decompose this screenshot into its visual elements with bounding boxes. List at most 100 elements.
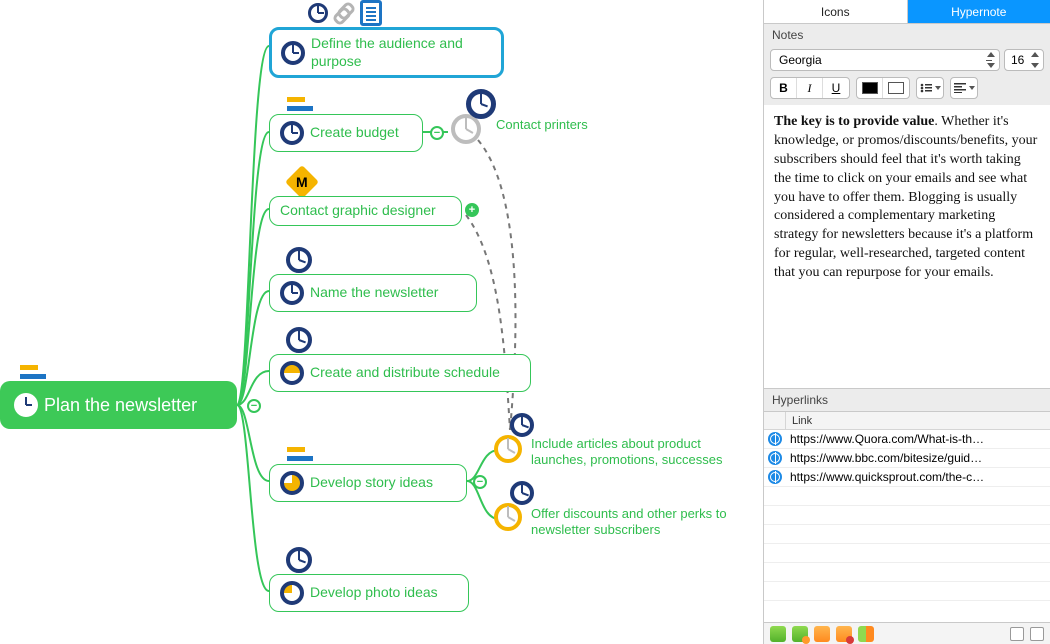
hyperlinks-section-header: Hyperlinks (764, 389, 1050, 411)
list-segment (916, 77, 944, 99)
alignment-dropdown[interactable] (951, 78, 977, 98)
stepper-arrows-icon (1031, 52, 1039, 68)
node-define-audience[interactable]: Define the audience and purpose (269, 27, 504, 78)
notes-section-header: Notes (764, 24, 1050, 46)
list-icon (920, 83, 932, 93)
bold-button[interactable]: B (771, 78, 797, 98)
status-icon[interactable] (814, 626, 830, 642)
root-node[interactable]: Plan the newsletter (0, 381, 237, 429)
hyperlinks-table: Link https://www.Quora.com/What-is-th… h… (764, 411, 1050, 644)
collapse-toggle[interactable]: − (430, 126, 444, 140)
clock-icon (286, 327, 312, 353)
status-icon[interactable] (858, 626, 874, 642)
root-label: Plan the newsletter (44, 394, 197, 417)
align-icon (954, 83, 966, 93)
hyperlinks-status-bar (764, 622, 1050, 644)
sidebar-tabs: Icons Hypernote (764, 0, 1050, 24)
link-row-empty[interactable] (764, 582, 1050, 601)
status-icon[interactable] (770, 626, 786, 642)
note-editor[interactable]: The key is to provide value. Whether it'… (764, 105, 1050, 389)
node-label: Define the audience and purpose (311, 35, 492, 70)
node-label: Name the newsletter (310, 284, 438, 302)
background-color-button[interactable] (883, 78, 909, 98)
text-color-button[interactable] (857, 78, 883, 98)
root-decor-stack-icon (20, 365, 46, 379)
notes-format-toolbar: B I U (764, 74, 1050, 105)
tab-hypernote[interactable]: Hypernote (908, 0, 1050, 23)
link-row-empty[interactable] (764, 525, 1050, 544)
link-row[interactable]: https://www.Quora.com/What-is-th… (764, 430, 1050, 449)
clock-icon (280, 281, 304, 305)
subnote-discounts[interactable]: Offer discounts and other perks to newsl… (531, 506, 731, 539)
clock-icon (286, 547, 312, 573)
collapse-toggle[interactable]: − (247, 399, 261, 413)
node-name-newsletter[interactable]: Name the newsletter (269, 274, 477, 312)
progress-pie-icon (280, 361, 304, 385)
notes-font-toolbar: Georgia 16 (764, 46, 1050, 74)
underline-button[interactable]: U (823, 78, 849, 98)
link-row-empty[interactable] (764, 487, 1050, 506)
clock-icon (14, 393, 38, 417)
list-style-dropdown[interactable] (917, 78, 943, 98)
mindmap-canvas[interactable]: Plan the newsletter − Define the audienc… (0, 0, 763, 644)
story-decor-stack-icon (287, 447, 313, 461)
clock-icon (510, 481, 534, 505)
progress-clock-icon[interactable] (494, 435, 522, 463)
link-row-empty[interactable] (764, 563, 1050, 582)
font-family-select[interactable]: Georgia (770, 49, 1000, 71)
italic-button[interactable]: I (797, 78, 823, 98)
status-icon[interactable] (1010, 627, 1024, 641)
globe-icon (764, 451, 786, 465)
globe-icon (764, 432, 786, 446)
globe-icon (764, 470, 786, 484)
font-size-stepper[interactable]: 16 (1004, 49, 1044, 71)
link-row-empty[interactable] (764, 544, 1050, 563)
clock-icon (280, 121, 304, 145)
node-develop-story-ideas[interactable]: Develop story ideas (269, 464, 467, 502)
node-create-schedule[interactable]: Create and distribute schedule (269, 354, 531, 392)
clock-icon (286, 247, 312, 273)
subnote-launches[interactable]: Include articles about product launches,… (531, 436, 751, 469)
link-url: https://www.bbc.com/bitesize/guid… (786, 451, 1050, 465)
tab-icons[interactable]: Icons (764, 0, 908, 23)
node-label: Develop photo ideas (310, 584, 438, 602)
expand-toggle[interactable]: + (465, 203, 479, 217)
status-icon[interactable] (836, 626, 852, 642)
link-url: https://www.Quora.com/What-is-th… (786, 432, 1050, 446)
color-swatch-icon (862, 82, 878, 94)
clock-icon (510, 413, 534, 437)
note-icon (360, 0, 382, 26)
link-icon-column[interactable] (764, 412, 786, 429)
inspector-sidebar: Icons Hypernote Notes Georgia 16 B I U (763, 0, 1050, 644)
clock-icon (308, 3, 328, 23)
progress-clock-icon[interactable] (494, 503, 522, 531)
progress-pie-icon (280, 471, 304, 495)
status-icon[interactable] (1030, 627, 1044, 641)
clock-icon (281, 41, 305, 65)
stepper-arrows-icon (987, 52, 995, 68)
graphic-decor: M (290, 170, 314, 194)
budget-decor-stack-icon (287, 97, 313, 111)
node-contact-graphic-designer[interactable]: Contact graphic designer (269, 196, 462, 226)
hyperlinks-header-row: Link (764, 412, 1050, 430)
collapse-toggle[interactable]: − (473, 475, 487, 489)
node-label: Create and distribute schedule (310, 364, 500, 382)
status-icon[interactable] (792, 626, 808, 642)
node-develop-photo-ideas[interactable]: Develop photo ideas (269, 574, 469, 612)
priority-marker-icon: M (285, 165, 319, 199)
font-size-value: 16 (1011, 53, 1024, 67)
link-row-empty[interactable] (764, 506, 1050, 525)
node-create-budget[interactable]: Create budget (269, 114, 423, 152)
link-column-header[interactable]: Link (786, 412, 1050, 429)
note-body-text: . Whether it's knowledge, or promos/disc… (774, 114, 1037, 280)
note-bold-text: The key is to provide value (774, 114, 934, 129)
node-label: Contact graphic designer (280, 202, 436, 220)
node-label: Develop story ideas (310, 474, 433, 492)
color-segment (856, 77, 910, 99)
subnote-contact-printers[interactable]: Contact printers (496, 117, 588, 133)
connection-lines (0, 0, 763, 644)
link-row[interactable]: https://www.bbc.com/bitesize/guid… (764, 449, 1050, 468)
link-row[interactable]: https://www.quicksprout.com/the-c… (764, 468, 1050, 487)
font-family-value: Georgia (779, 53, 822, 67)
align-segment (950, 77, 978, 99)
